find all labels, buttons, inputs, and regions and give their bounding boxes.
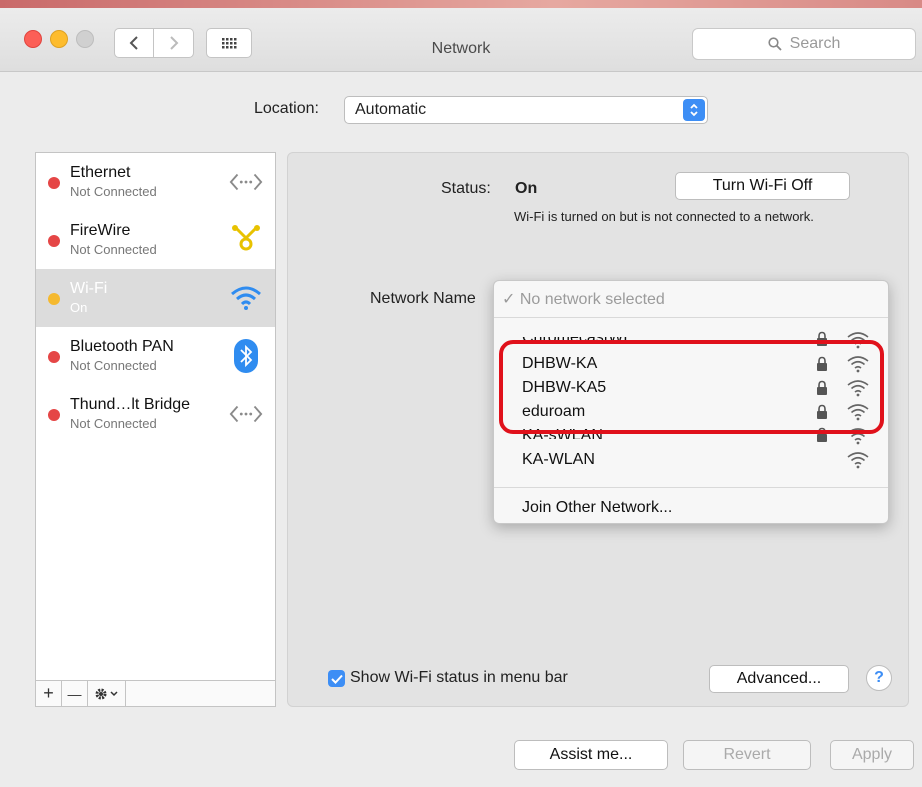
- window-top-accent: [0, 0, 922, 8]
- service-ethernet[interactable]: Ethernet Not Connected: [36, 153, 275, 211]
- service-name: Wi-Fi: [70, 280, 108, 297]
- status-description: Wi-Fi is turned on but is not connected …: [514, 209, 814, 224]
- service-firewire[interactable]: FireWire Not Connected: [36, 211, 275, 269]
- service-name: Ethernet: [70, 164, 131, 181]
- status-dot: [48, 177, 60, 189]
- service-status: Not Connected: [70, 184, 157, 199]
- menu-separator: [494, 317, 888, 318]
- status-value: On: [515, 180, 538, 197]
- service-list-toolbar: + —: [35, 680, 276, 707]
- no-network-selected-item[interactable]: ✓ No network selected: [502, 289, 665, 309]
- service-wifi[interactable]: Wi-Fi On: [36, 269, 275, 327]
- assist-me-button[interactable]: Assist me...: [514, 740, 668, 770]
- revert-button[interactable]: Revert: [683, 740, 811, 770]
- service-status: Not Connected: [70, 242, 157, 257]
- status-dot: [48, 409, 60, 421]
- service-thunderbolt-bridge[interactable]: Thund…lt Bridge Not Connected: [36, 385, 275, 443]
- remove-service-button[interactable]: —: [62, 681, 88, 706]
- turn-wifi-off-button[interactable]: Turn Wi-Fi Off: [675, 172, 850, 200]
- location-select[interactable]: Automatic: [344, 96, 708, 124]
- network-name-label: Network Name: [370, 290, 476, 307]
- apply-button[interactable]: Apply: [830, 740, 914, 770]
- search-placeholder: Search: [789, 35, 841, 52]
- gear-icon: [95, 688, 118, 699]
- help-button[interactable]: ?: [866, 665, 892, 691]
- wifi-icon: [229, 281, 263, 315]
- service-name: FireWire: [70, 222, 131, 239]
- service-bluetooth-pan[interactable]: Bluetooth PAN Not Connected: [36, 327, 275, 385]
- ethernet-arrows-icon: [229, 165, 263, 199]
- bluetooth-icon: [229, 339, 263, 373]
- show-wifi-status-label: Show Wi-Fi status in menu bar: [350, 669, 568, 686]
- updown-arrows-icon: [683, 99, 705, 121]
- advanced-button[interactable]: Advanced...: [709, 665, 849, 693]
- status-dot: [48, 293, 60, 305]
- action-menu-button[interactable]: [88, 681, 126, 706]
- highlight-annotation: [499, 340, 884, 434]
- network-item-ka-wlan[interactable]: KA-WLAN: [522, 451, 595, 469]
- location-label: Location:: [254, 100, 319, 117]
- join-other-network-item[interactable]: Join Other Network...: [522, 499, 672, 517]
- service-status: Not Connected: [70, 358, 157, 373]
- checkmark-icon: [330, 674, 343, 684]
- title-bar: Network Search: [0, 8, 922, 72]
- status-label: Status:: [441, 180, 491, 197]
- status-dot: [48, 235, 60, 247]
- search-field[interactable]: Search: [692, 28, 916, 60]
- service-status: On: [70, 300, 88, 315]
- service-status: Not Connected: [70, 416, 157, 431]
- service-name: Thund…lt Bridge: [70, 396, 191, 413]
- service-name: Bluetooth PAN: [70, 338, 174, 355]
- thunderbolt-bridge-icon: [229, 397, 263, 431]
- firewire-icon: [229, 223, 263, 257]
- add-service-button[interactable]: +: [36, 681, 62, 706]
- search-icon: [768, 37, 782, 51]
- status-dot: [48, 351, 60, 363]
- show-wifi-status-checkbox[interactable]: [328, 670, 345, 687]
- wifi-signal-icon: [847, 452, 869, 469]
- location-value: Automatic: [355, 101, 427, 118]
- service-list: Ethernet Not Connected FireWire Not Conn…: [35, 152, 276, 707]
- menu-separator: [494, 487, 888, 488]
